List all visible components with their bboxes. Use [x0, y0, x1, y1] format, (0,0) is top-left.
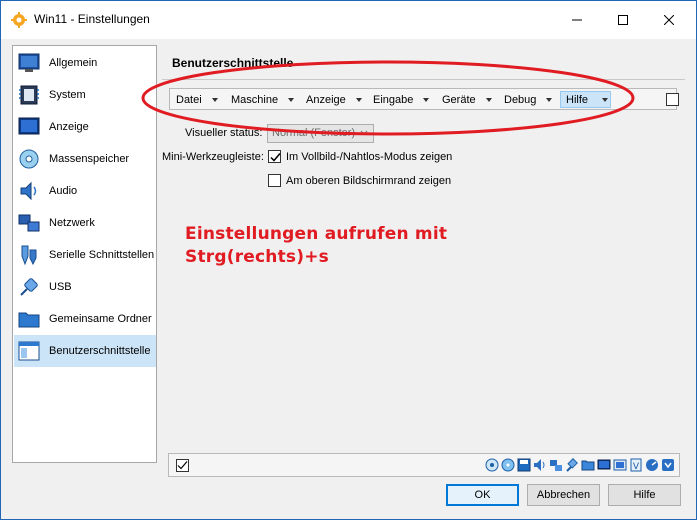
- svg-text:V: V: [633, 462, 640, 472]
- serial-ports-icon: [21, 245, 37, 266]
- app-gear-icon: [11, 12, 27, 28]
- title-bar[interactable]: Win11 - Einstellungen: [1, 1, 696, 39]
- chevron-down-icon[interactable]: [602, 97, 609, 102]
- chevron-down-icon[interactable]: [288, 97, 295, 102]
- maximize-icon: [618, 15, 628, 25]
- chevron-down-icon[interactable]: [546, 97, 553, 102]
- menubar-editor: Datei Maschine Anzeige Eingabe Geräte De…: [169, 88, 679, 110]
- top-edge-checkbox-label[interactable]: Am oberen Bildschirmrand zeigen: [286, 175, 451, 187]
- menubar-item-debug[interactable]: Debug: [504, 91, 553, 108]
- sidebar-item-storage[interactable]: Massenspeicher: [14, 143, 156, 175]
- guest-additions-icon[interactable]: V: [629, 457, 643, 473]
- general-icon: [18, 53, 40, 72]
- mini-toolbar-label: Mini-Werkzeugleiste:: [162, 151, 264, 163]
- menubar-enable-checkbox[interactable]: [666, 93, 679, 106]
- storage-icon: [19, 149, 39, 169]
- menubar-item-hilfe[interactable]: Hilfe: [560, 91, 612, 108]
- checkmark-icon: [177, 461, 188, 470]
- statusbar-enable-checkbox[interactable]: [176, 459, 189, 472]
- top-edge-checkbox[interactable]: [268, 174, 281, 187]
- sidebar-item-label: Anzeige: [49, 121, 89, 133]
- hint-line-1: Einstellungen aufrufen mit: [185, 224, 448, 244]
- sidebar-item-label: Benutzerschnittstelle: [49, 345, 151, 357]
- chevron-down-icon[interactable]: [485, 97, 492, 102]
- audio-icon: [20, 181, 37, 201]
- help-button[interactable]: Hilfe: [608, 484, 681, 506]
- display-icon[interactable]: [597, 457, 611, 473]
- page-title: Benutzerschnittstelle: [172, 56, 294, 70]
- sidebar-item-display[interactable]: Anzeige: [14, 111, 156, 143]
- statusbar-editor: V: [168, 453, 680, 477]
- display-icon: [18, 117, 40, 135]
- sidebar-item-general[interactable]: Allgemein: [14, 47, 156, 79]
- settings-window: Win11 - Einstellungen Allgemein System A…: [0, 0, 697, 520]
- network-icon[interactable]: [549, 457, 563, 473]
- sidebar-item-label: Audio: [49, 185, 78, 197]
- settings-category-list: Allgemein System Anzeige Massenspeicher: [12, 45, 157, 463]
- chevron-down-icon[interactable]: [211, 97, 218, 102]
- optical-drive-icon[interactable]: [501, 457, 515, 473]
- chevron-down-icon: [360, 130, 368, 135]
- visual-status-label: Visueller status:: [185, 127, 263, 139]
- keyboard-icon[interactable]: [661, 457, 675, 473]
- fullscreen-checkbox-label[interactable]: Im Vollbild-/Nahtlos-Modus zeigen: [286, 151, 452, 163]
- audio-icon[interactable]: [533, 457, 547, 473]
- sidebar-item-label: Massenspeicher: [49, 153, 130, 165]
- statusbar-icons: V: [485, 457, 675, 473]
- sidebar-item-system[interactable]: System: [14, 79, 156, 111]
- title-divider: [162, 79, 685, 80]
- sidebar-item-label: Allgemein: [49, 57, 98, 69]
- usb-icon[interactable]: [565, 457, 579, 473]
- chevron-down-icon[interactable]: [423, 97, 430, 102]
- annotation-hint: Einstellungen aufrufen mit Strg(rechts)+…: [185, 223, 447, 269]
- sidebar-item-audio[interactable]: Audio: [14, 175, 156, 207]
- sidebar-item-label: USB: [49, 281, 72, 293]
- sidebar-item-usb[interactable]: USB: [14, 271, 156, 303]
- hard-disk-icon[interactable]: [485, 457, 499, 473]
- sidebar-item-label: Netzwerk: [49, 217, 95, 229]
- fullscreen-checkbox[interactable]: [268, 150, 281, 163]
- close-button[interactable]: [646, 1, 692, 39]
- visual-status-select[interactable]: Normal (Fenster): [267, 124, 374, 143]
- minimize-icon: [572, 19, 582, 21]
- settings-page: Benutzerschnittstelle Datei Maschine Anz…: [161, 45, 686, 477]
- window-title: Win11 - Einstellungen: [34, 12, 150, 26]
- chevron-down-icon[interactable]: [355, 97, 362, 102]
- checkmark-icon: [270, 153, 281, 162]
- minimize-button[interactable]: [554, 1, 600, 39]
- floppy-icon[interactable]: [517, 457, 531, 473]
- cpu-icon[interactable]: [645, 457, 659, 473]
- sidebar-item-network[interactable]: Netzwerk: [14, 207, 156, 239]
- menubar-item-geraete[interactable]: Geräte: [442, 91, 492, 108]
- cancel-button[interactable]: Abbrechen: [527, 484, 600, 506]
- menubar-item-datei[interactable]: Datei: [176, 91, 218, 108]
- ok-button[interactable]: OK: [446, 484, 519, 506]
- usb-icon: [20, 278, 38, 296]
- system-icon: [19, 85, 39, 105]
- shared-folder-icon[interactable]: [581, 457, 595, 473]
- sidebar-item-user-interface[interactable]: Benutzerschnittstelle: [14, 335, 156, 367]
- hint-line-2: Strg(rechts)+s: [185, 247, 329, 267]
- maximize-button[interactable]: [600, 1, 646, 39]
- close-icon: [664, 15, 674, 25]
- menubar-item-maschine[interactable]: Maschine: [231, 91, 295, 108]
- recording-icon[interactable]: [613, 457, 627, 473]
- sidebar-item-label: System: [49, 89, 86, 101]
- menubar-item-eingabe[interactable]: Eingabe: [373, 91, 430, 108]
- sidebar-item-serial-ports[interactable]: Serielle Schnittstellen: [14, 239, 156, 271]
- network-icon: [18, 214, 40, 232]
- sidebar-item-label: Gemeinsame Ordner: [49, 313, 152, 325]
- user-interface-icon: [18, 341, 40, 361]
- sidebar-item-shared-folders[interactable]: Gemeinsame Ordner: [14, 303, 156, 335]
- menubar-item-anzeige[interactable]: Anzeige: [306, 91, 362, 108]
- shared-folders-icon: [18, 312, 40, 328]
- sidebar-item-label: Serielle Schnittstellen: [49, 249, 155, 261]
